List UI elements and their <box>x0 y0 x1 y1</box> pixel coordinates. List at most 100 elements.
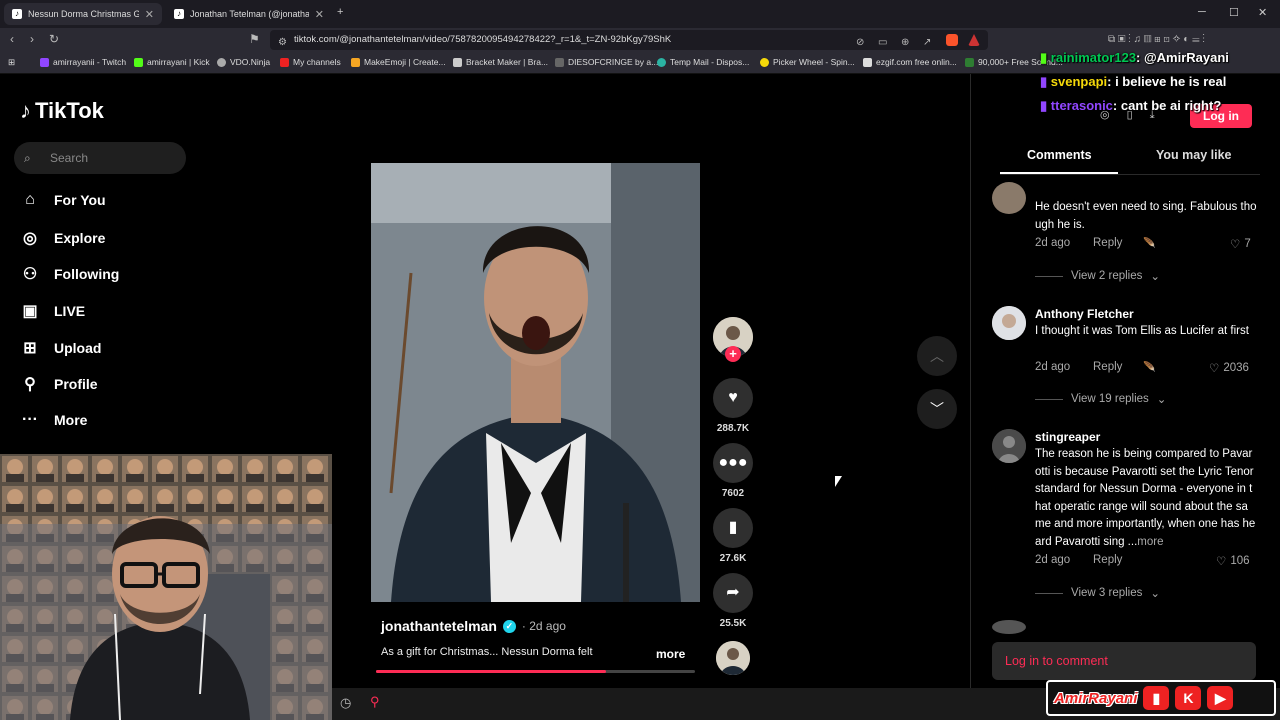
default-avatar-icon[interactable] <box>992 429 1026 463</box>
panel-divider <box>970 74 971 690</box>
bookmark-item[interactable]: DIESOFCRINGE by a... <box>555 57 658 67</box>
nav-following[interactable]: ⚇ Following <box>20 264 120 284</box>
video-player[interactable] <box>371 163 700 602</box>
mouse-cursor-icon <box>835 476 842 487</box>
chat-username: svenpapi <box>1050 74 1108 89</box>
bookmark-icon[interactable]: ⚑ <box>249 32 260 46</box>
tab-comments[interactable]: Comments <box>1027 148 1092 162</box>
extensions-icon[interactable]: ⧉ ▣ ⋮ ♫ ▥ ⊞ ⊡ ✧ ◐ ☰ ⋮ <box>1108 34 1205 45</box>
nav-profile[interactable]: ⚲ Profile <box>20 374 97 394</box>
tiktok-logo[interactable]: ♪ TikTok <box>20 98 104 124</box>
live-icon: ▣ <box>22 303 38 320</box>
tab-separator <box>1000 174 1260 175</box>
comment-more-button[interactable]: more <box>1137 536 1163 548</box>
like-button[interactable]: ♥ <box>713 378 753 418</box>
view-replies-button[interactable]: View 19 replies ⌄ <box>1035 392 1166 406</box>
caption-more-button[interactable]: more <box>656 647 685 661</box>
video-author[interactable]: jonathantetelman ✓ · 2d ago <box>381 618 566 634</box>
kick-icon: K <box>1175 686 1202 710</box>
video-progress-bar[interactable] <box>376 670 695 673</box>
maximize-icon[interactable]: ☐ <box>1229 6 1239 19</box>
comment-button[interactable]: ●●● <box>713 443 753 483</box>
bookmark-item[interactable]: Picker Wheel - Spin... <box>760 57 855 67</box>
back-icon[interactable]: ‹ <box>10 32 14 46</box>
bookmark-item[interactable]: ezgif.com free onlin... <box>863 57 957 67</box>
webcam-overlay <box>0 454 332 720</box>
url-text: tiktok.com/@jonathantetelman/video/75878… <box>294 34 672 45</box>
tiktok-note-icon: ♪ <box>20 98 31 123</box>
bookmark-item[interactable]: Temp Mail - Dispos... <box>657 57 749 67</box>
commenter-avatar[interactable] <box>992 182 1026 214</box>
twitch-badge-icon: ▮ <box>1040 98 1048 113</box>
apps-icon[interactable]: ⊞ <box>8 57 15 68</box>
close-tab-icon[interactable]: ✕ <box>315 8 324 21</box>
heart-icon: ♥ <box>728 389 738 406</box>
reply-button[interactable]: Reply <box>1093 237 1122 249</box>
search-input[interactable]: ⌕ Search <box>14 142 186 174</box>
brave-shields-icon[interactable] <box>946 34 958 46</box>
bookmark-item[interactable]: My channels <box>280 57 341 67</box>
no-media-icon[interactable]: ⊘ <box>856 33 864 53</box>
video-frame <box>371 163 700 602</box>
reply-button[interactable]: Reply <box>1093 554 1122 566</box>
zoom-icon[interactable]: ⊕ <box>901 33 909 53</box>
minimize-icon[interactable]: ─ <box>1198 6 1206 18</box>
twitch-badge-icon: ▮ <box>1040 74 1048 89</box>
browser-tab-bar: ♪ Nessun Dorma Christmas Gift ✕ ♪ Jonath… <box>0 0 1280 28</box>
nav-more[interactable]: ··· More <box>20 411 87 429</box>
chat-message: : i believe he is real <box>1107 74 1227 89</box>
chat-message: : cant be ai right? <box>1112 98 1222 113</box>
bookmark-item[interactable]: Bracket Maker | Bra... <box>453 57 548 67</box>
nav-upload[interactable]: ⊞ Upload <box>20 338 101 358</box>
heart-outline-icon: ♡ <box>1230 239 1241 251</box>
more-icon: ··· <box>22 411 38 428</box>
close-window-icon[interactable]: ✕ <box>1258 6 1267 19</box>
site-info-icon[interactable]: ⚙ <box>278 33 287 53</box>
nav-live[interactable]: ▣ LIVE <box>20 301 85 321</box>
chat-username: rainimator123 <box>1050 50 1137 65</box>
url-bar[interactable]: ⚙ tiktok.com/@jonathantetelman/video/758… <box>270 30 988 50</box>
bookmark-item[interactable]: VDO.Ninja <box>217 57 270 67</box>
sticker-icon: 🪶 <box>1143 362 1156 373</box>
forward-icon[interactable]: › <box>30 32 34 46</box>
commenter-name[interactable]: Anthony Fletcher <box>1035 307 1134 321</box>
nav-explore[interactable]: ◎ Explore <box>20 228 105 248</box>
music-disc-avatar[interactable] <box>716 641 750 675</box>
timer-icon[interactable]: ◷ <box>340 695 351 711</box>
tab-title: Nessun Dorma Christmas Gift <box>28 9 139 19</box>
view-replies-button[interactable]: View 2 replies ⌄ <box>1035 269 1160 283</box>
next-video-button[interactable]: ﹀ <box>917 389 957 429</box>
commenter-name[interactable]: stingreaper <box>1035 430 1100 444</box>
reload-icon[interactable]: ↻ <box>49 32 59 46</box>
follow-plus-icon[interactable]: + <box>725 346 741 362</box>
previous-video-button[interactable]: ︿ <box>917 336 957 376</box>
comment-like-button[interactable]: ♡ 106 <box>1216 554 1250 568</box>
brave-rewards-icon[interactable] <box>968 34 980 46</box>
comment-like-button[interactable]: ♡ 7 <box>1230 237 1251 251</box>
bookmark-icon: ▮ <box>728 519 738 536</box>
commenter-avatar[interactable] <box>992 620 1026 634</box>
browser-tab[interactable]: ♪ Jonathan Tetelman (@jonathantetelm ✕ <box>166 3 332 25</box>
view-replies-button[interactable]: View 3 replies ⌄ <box>1035 586 1160 600</box>
bookmark-item[interactable]: amirrayanii - Twitch <box>40 57 126 67</box>
commenter-avatar[interactable] <box>992 306 1026 340</box>
bookmark-item[interactable]: amirrayani | Kick <box>134 57 210 67</box>
chat-message: : @AmirRayani <box>1136 50 1229 65</box>
comment-like-button[interactable]: ♡ 2036 <box>1209 361 1249 375</box>
heart-outline-icon: ♡ <box>1216 556 1227 568</box>
bookmark-item[interactable]: MakeEmoji | Create... <box>351 57 446 67</box>
new-tab-icon[interactable]: + <box>337 6 343 18</box>
reply-button[interactable]: Reply <box>1093 361 1122 373</box>
verified-badge-icon: ✓ <box>502 619 516 633</box>
save-button[interactable]: ▮ <box>713 508 753 548</box>
browser-tab-active[interactable]: ♪ Nessun Dorma Christmas Gift ✕ <box>4 3 162 25</box>
location-pin-icon[interactable]: ⚲ <box>370 694 380 710</box>
chat-line: ▮ rainimator123: @AmirRayani <box>1040 50 1229 66</box>
nav-for-you[interactable]: ⌂ For You <box>20 191 105 209</box>
close-tab-icon[interactable]: ✕ <box>145 8 154 21</box>
share-icon[interactable]: ↗ <box>923 33 931 53</box>
tab-you-may-like[interactable]: You may like <box>1156 148 1232 162</box>
reader-icon[interactable]: ▭ <box>878 33 887 53</box>
login-to-comment-button[interactable]: Log in to comment <box>992 642 1256 680</box>
share-button[interactable]: ➦ <box>713 573 753 613</box>
